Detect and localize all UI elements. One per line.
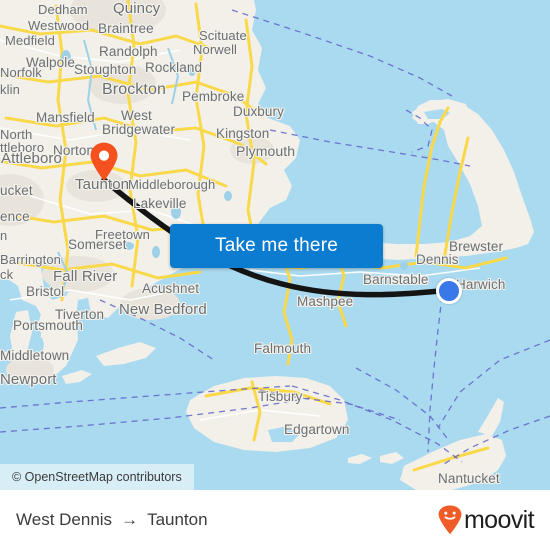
arrow-right-icon: →: [121, 510, 139, 529]
route-destination-label: Taunton: [147, 510, 208, 529]
moovit-logo[interactable]: moovit: [437, 505, 535, 535]
destination-map-dot[interactable]: [436, 278, 462, 304]
map-canvas[interactable]: Dedham Quincy Westwood Braintree Medfield Ran…: [0, 0, 550, 490]
moovit-pin-smiley-icon: [438, 505, 462, 535]
moovit-wordmark: moovit: [463, 505, 535, 534]
route-origin-label: West Dennis: [16, 510, 113, 529]
route-summary: West Dennis → Taunton: [16, 510, 208, 530]
openstreetmap-attribution[interactable]: © OpenStreetMap contributors: [0, 464, 194, 490]
moovit-trip-map-screen: Dedham Quincy Westwood Braintree Medfield Ran…: [0, 0, 550, 550]
take-me-there-button[interactable]: Take me there: [170, 224, 383, 268]
footer-bar: West Dennis → Taunton moovit: [0, 490, 550, 550]
